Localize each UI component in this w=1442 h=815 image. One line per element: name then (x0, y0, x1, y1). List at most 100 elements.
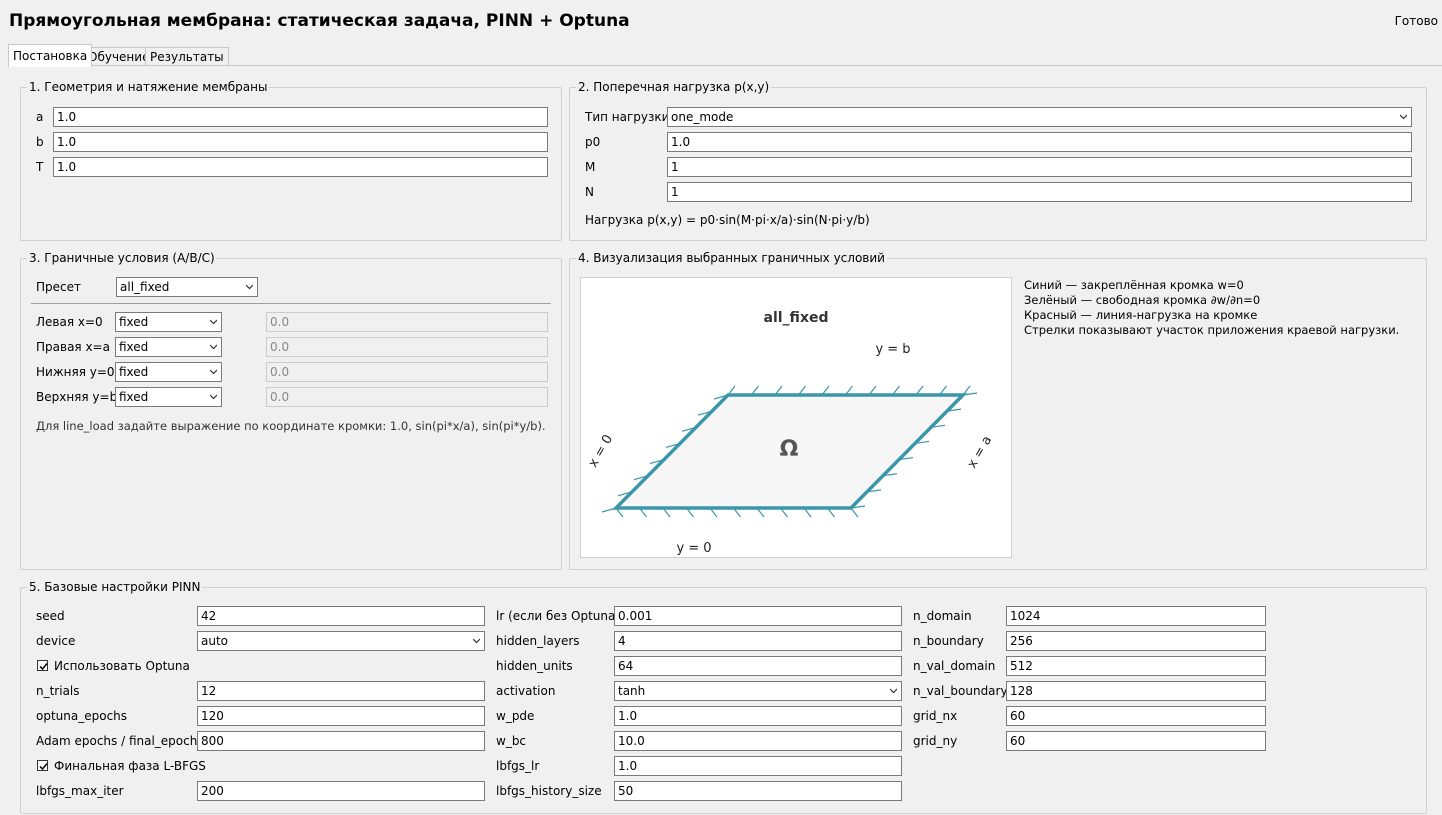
field-t-input[interactable]: 1.0 (53, 157, 548, 177)
adam-epochs-label: Adam epochs / final_epochs (36, 734, 204, 748)
preset-label: Пресет (36, 280, 81, 294)
n-label: N (585, 185, 594, 199)
bc-left-value-input[interactable]: 0.0 (266, 312, 548, 332)
membrane-diagram: all_fixed y = b y = 0 x = 0 x = a Ω (586, 310, 995, 556)
status-label: Готово (1394, 14, 1438, 28)
bc-top-type-select[interactable]: fixed (115, 387, 222, 407)
n-input[interactable]: 1 (667, 182, 1412, 202)
field-b-input[interactable]: 1.0 (53, 132, 548, 152)
edge-label-left: x = 0 (586, 432, 617, 470)
bc-left-type-value: fixed (119, 315, 149, 329)
bc-right-value-input[interactable]: 0.0 (266, 337, 548, 357)
load-group: 2. Поперечная нагрузка p(x,y) Тип нагруз… (569, 80, 1427, 241)
m-label: M (585, 160, 596, 174)
lbfgs-max-iter-input[interactable]: 200 (197, 781, 485, 801)
chevron-down-icon (890, 688, 897, 694)
visual-group: 4. Визуализация выбранных граничных усло… (569, 251, 1427, 570)
optuna-epochs-input[interactable]: 120 (197, 706, 485, 726)
w-pde-input[interactable]: 1.0 (614, 706, 902, 726)
legend-arrows: Стрелки показывают участок приложения кр… (1024, 323, 1400, 337)
hidden-units-label: hidden_units (496, 659, 573, 673)
load-group-title: 2. Поперечная нагрузка p(x,y) (576, 80, 772, 94)
chevron-down-icon (210, 369, 217, 375)
boundary-group-title: 3. Граничные условия (A/B/C) (27, 251, 217, 265)
edge-label-bottom: y = 0 (676, 541, 711, 556)
diagram-preset-title: all_fixed (764, 310, 829, 326)
n-val-domain-label: n_val_domain (913, 659, 996, 673)
bc-right-type-select[interactable]: fixed (115, 337, 222, 357)
bc-right-label: Правая x=a (36, 340, 110, 354)
grid-ny-label: grid_ny (913, 734, 958, 748)
tab-postanovka[interactable]: Постановка (8, 44, 93, 67)
m-input[interactable]: 1 (667, 157, 1412, 177)
checkmark-icon (39, 663, 48, 671)
w-bc-input[interactable]: 10.0 (614, 731, 902, 751)
bc-left-type-select[interactable]: fixed (115, 312, 222, 332)
adam-epochs-input[interactable]: 800 (197, 731, 485, 751)
chevron-down-icon (246, 284, 253, 290)
field-b-label: b (36, 135, 44, 149)
load-type-label: Тип нагрузки (585, 110, 670, 124)
preset-value: all_fixed (120, 280, 170, 294)
bc-bottom-type-select[interactable]: fixed (115, 362, 222, 382)
field-a-input[interactable]: 1.0 (53, 107, 548, 127)
n-boundary-input[interactable]: 256 (1006, 631, 1266, 651)
seed-input[interactable]: 42 (197, 606, 485, 626)
chevron-down-icon (473, 638, 480, 644)
n-val-boundary-input[interactable]: 128 (1006, 681, 1266, 701)
lr-input[interactable]: 0.001 (614, 606, 902, 626)
n-trials-label: n_trials (36, 684, 80, 698)
bc-visualization-canvas: all_fixed y = b y = 0 x = 0 x = a Ω (580, 277, 1012, 558)
p0-input[interactable]: 1.0 (667, 132, 1412, 152)
w-bc-label: w_bc (496, 734, 527, 748)
bc-top-label: Верхняя y=b (36, 390, 118, 404)
window-title: Прямоугольная мембрана: статическая зада… (9, 11, 630, 31)
chevron-down-icon (1400, 114, 1407, 120)
n-val-domain-input[interactable]: 512 (1006, 656, 1266, 676)
lbfgs-phase-label: Финальная фаза L-BFGS (54, 759, 206, 773)
boundary-separator (31, 303, 551, 304)
seed-label: seed (36, 609, 65, 623)
lbfgs-history-size-label: lbfgs_history_size (496, 784, 602, 798)
edge-label-top: y = b (875, 342, 910, 357)
n-val-boundary-label: n_val_boundary (913, 684, 1008, 698)
lbfgs-history-size-input[interactable]: 50 (614, 781, 902, 801)
grid-nx-label: grid_nx (913, 709, 958, 723)
p0-label: p0 (585, 135, 601, 149)
activation-select[interactable]: tanh (614, 681, 902, 701)
chevron-down-icon (210, 394, 217, 400)
grid-nx-input[interactable]: 60 (1006, 706, 1266, 726)
use-optuna-checkbox[interactable] (37, 660, 48, 671)
hidden-layers-label: hidden_layers (496, 634, 580, 648)
device-value: auto (201, 634, 229, 648)
grid-ny-input[interactable]: 60 (1006, 731, 1266, 751)
n-boundary-label: n_boundary (913, 634, 984, 648)
hidden-layers-input[interactable]: 4 (614, 631, 902, 651)
n-domain-input[interactable]: 1024 (1006, 606, 1266, 626)
legend-line-load: Красный — линия-нагрузка на кромке (1024, 308, 1258, 322)
lbfgs-phase-checkbox[interactable] (37, 760, 48, 771)
w-pde-label: w_pde (496, 709, 535, 723)
load-type-select[interactable]: one_mode (667, 107, 1412, 127)
bc-bottom-value-input[interactable]: 0.0 (266, 362, 548, 382)
load-type-value: one_mode (671, 110, 734, 124)
visual-group-title: 4. Визуализация выбранных граничных усло… (576, 251, 887, 265)
device-select[interactable]: auto (197, 631, 485, 651)
tab-obuchenie[interactable]: Обучение (83, 47, 155, 66)
tab-rezultaty[interactable]: Результаты (145, 47, 229, 66)
lbfgs-lr-input[interactable]: 1.0 (614, 756, 902, 776)
bc-top-value-input[interactable]: 0.0 (266, 387, 548, 407)
bc-top-type-value: fixed (119, 390, 149, 404)
boundary-group: 3. Граничные условия (A/B/C) Пресет all_… (20, 251, 562, 570)
hidden-units-input[interactable]: 64 (614, 656, 902, 676)
checkmark-icon (39, 763, 48, 771)
geometry-group-title: 1. Геометрия и натяжение мембраны (27, 80, 270, 94)
edge-label-right: x = a (965, 433, 995, 471)
domain-omega-label: Ω (780, 437, 799, 462)
lbfgs-lr-label: lbfgs_lr (496, 759, 540, 773)
device-label: device (36, 634, 76, 648)
preset-select[interactable]: all_fixed (116, 277, 258, 297)
load-formula: Нагрузка p(x,y) = p0·sin(M·pi·x/a)·sin(N… (585, 213, 870, 227)
n-trials-input[interactable]: 12 (197, 681, 485, 701)
field-t-label: T (36, 160, 44, 174)
